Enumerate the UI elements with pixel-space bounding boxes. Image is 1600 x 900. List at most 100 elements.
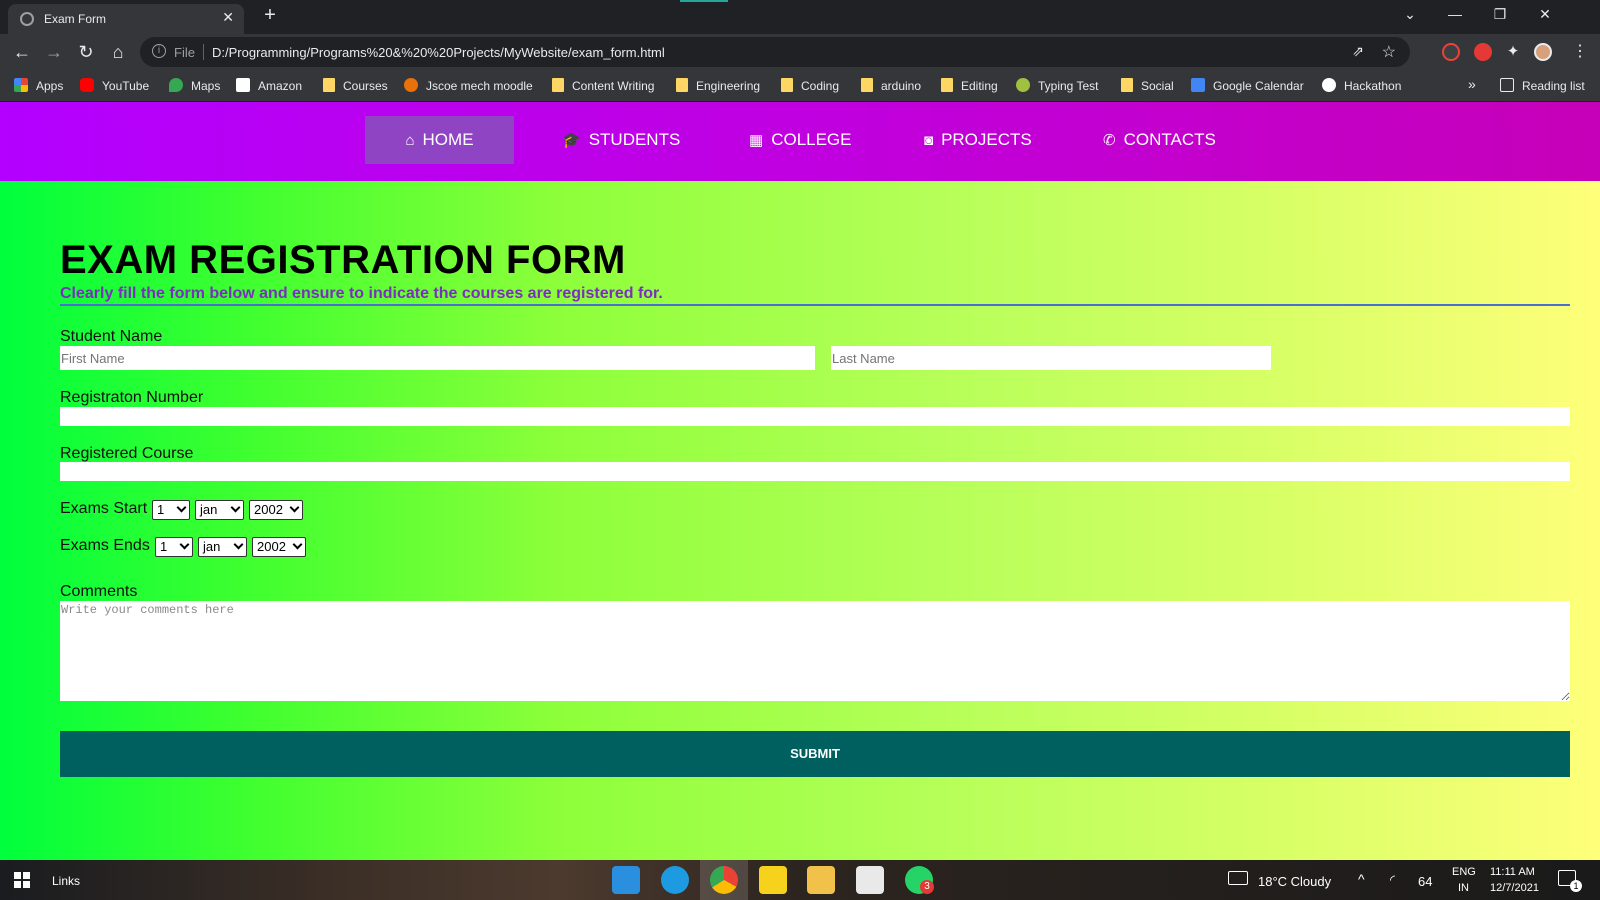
folder-icon (676, 78, 688, 92)
nav-contacts[interactable]: ✆ CONTACTS (1103, 116, 1216, 164)
url-text[interactable]: D:/Programming/Programs%20&%20%20Project… (212, 45, 665, 60)
page-content: ⌂ HOME 🎓 STUDENTS ▦ COLLEGE ◙ PROJECTS ✆ CONT… (0, 102, 1600, 860)
bookmark-social[interactable]: Social (1121, 78, 1174, 96)
exams-start-day-select[interactable]: 1 (152, 500, 190, 520)
exams-start-label: Exams Start (60, 500, 148, 517)
profile-avatar[interactable] (1534, 43, 1552, 61)
apps-grid-icon (14, 78, 28, 92)
bookmark-arduino[interactable]: arduino (861, 78, 921, 96)
phone-icon: ✆ (1103, 132, 1116, 149)
form-title: EXAM REGISTRATION FORM (60, 238, 626, 282)
comments-textarea[interactable] (60, 601, 1570, 701)
chrome-icon[interactable] (710, 866, 738, 894)
bookmark-amazon[interactable]: Amazon (236, 78, 302, 96)
registered-course-field[interactable] (60, 462, 1570, 481)
info-icon[interactable]: i (152, 44, 166, 58)
language-bottom[interactable]: IN (1458, 882, 1469, 894)
reading-list-button[interactable]: Reading list (1500, 78, 1585, 96)
windows-start-icon[interactable] (14, 872, 30, 888)
exams-end-year-select[interactable]: 2002 (252, 537, 306, 557)
folder-icon (941, 78, 953, 92)
language-top[interactable]: ENG (1452, 866, 1476, 878)
battery-percent[interactable]: 64 (1418, 874, 1432, 889)
news-widget-icon[interactable] (1228, 871, 1248, 885)
student-name-label: Student Name (60, 328, 163, 345)
menu-kebab-icon[interactable]: ⋮ (1568, 40, 1592, 64)
clock-time[interactable]: 11:11 AM (1490, 866, 1535, 878)
nav-projects[interactable]: ◙ PROJECTS (924, 116, 1032, 164)
share-icon[interactable]: ⇗ (1352, 43, 1364, 60)
bookmark-content-writing[interactable]: Content Writing (552, 78, 654, 96)
extension-glasses-icon[interactable] (1442, 43, 1460, 61)
moodle-icon (404, 78, 418, 92)
window-close-button[interactable]: ✕ (1533, 6, 1557, 23)
last-name-field[interactable] (831, 346, 1271, 370)
bookmark-hackathon[interactable]: Hackathon (1322, 78, 1401, 96)
bookmark-courses[interactable]: Courses (323, 78, 388, 96)
restore-button[interactable]: ❐ (1488, 6, 1512, 23)
bookmarks-overflow-button[interactable]: » (1468, 76, 1476, 94)
chevron-up-icon[interactable]: ^ (1358, 871, 1365, 887)
bookmark-youtube[interactable]: YouTube (80, 78, 149, 96)
notification-count: 1 (1570, 880, 1582, 892)
links-toolbar[interactable]: Links (52, 874, 80, 888)
bookmark-engineering[interactable]: Engineering (676, 78, 760, 96)
extension-hand-icon[interactable] (1474, 43, 1492, 61)
exams-end-label: Exams Ends (60, 537, 150, 554)
exams-start-year-select[interactable]: 2002 (249, 500, 303, 520)
bookmark-coding[interactable]: Coding (781, 78, 839, 96)
maps-pin-icon (169, 78, 183, 92)
registration-number-field[interactable] (60, 407, 1570, 426)
bookmark-google-calendar[interactable]: Google Calendar (1191, 78, 1304, 96)
browser-tab[interactable]: Exam Form ✕ (8, 4, 244, 34)
store-icon[interactable] (856, 866, 884, 894)
new-tab-button[interactable]: + (258, 4, 282, 27)
nav-college[interactable]: ▦ COLLEGE (749, 116, 852, 164)
tab-close-button[interactable]: ✕ (222, 9, 234, 26)
exams-start-month-select[interactable]: jan (195, 500, 244, 520)
back-icon[interactable]: ← (10, 40, 34, 64)
folder-icon (861, 78, 873, 92)
wifi-icon[interactable]: ◜ (1390, 872, 1395, 888)
weather-label[interactable]: 18°C Cloudy (1258, 874, 1331, 889)
graduation-cap-icon: 🎓 (562, 132, 581, 149)
clock-date[interactable]: 12/7/2021 (1490, 882, 1539, 894)
exams-end-month-select[interactable]: jan (198, 537, 247, 557)
chevron-down-icon (230, 502, 241, 513)
chevron-down-icon (233, 539, 244, 550)
reload-icon[interactable]: ↻ (74, 40, 98, 64)
youtube-icon (80, 78, 94, 92)
submit-button[interactable]: SUBMIT (60, 731, 1570, 777)
bookmark-editing[interactable]: Editing (941, 78, 998, 96)
site-navbar: ⌂ HOME 🎓 STUDENTS ▦ COLLEGE ◙ PROJECTS ✆ CONT… (0, 102, 1600, 181)
first-name-field[interactable] (60, 346, 815, 370)
tab-search-button[interactable]: ⌄ (1398, 6, 1422, 23)
address-bar[interactable]: i File D:/Programming/Programs%20&%20%20… (140, 37, 1410, 67)
windows-taskbar: Links 3 18°C Cloudy ^ ◜ 64 ENG IN 11:11 … (0, 860, 1600, 900)
chevron-down-icon (179, 539, 190, 550)
exams-end-day-select[interactable]: 1 (155, 537, 193, 557)
bookmark-apps[interactable]: Apps (14, 78, 63, 96)
form-subtitle: Clearly fill the form below and ensure t… (60, 285, 663, 302)
tab-accent-bar (680, 0, 728, 2)
tab-title: Exam Form (44, 12, 107, 26)
home-button-icon[interactable]: ⌂ (106, 40, 130, 64)
folder-icon (552, 78, 564, 92)
sticky-notes-icon[interactable] (759, 866, 787, 894)
nav-home[interactable]: ⌂ HOME (365, 116, 514, 164)
bookmark-jscoe-moodle[interactable]: Jscoe mech moodle (404, 78, 533, 96)
extensions-puzzle-icon[interactable]: ✦ (1504, 43, 1522, 61)
file-explorer-icon[interactable] (807, 866, 835, 894)
home-icon: ⌂ (405, 132, 415, 149)
edge-icon[interactable] (661, 866, 689, 894)
bookmark-typing-test[interactable]: Typing Test (1016, 78, 1098, 96)
minimize-button[interactable]: — (1443, 6, 1467, 22)
typing-test-icon (1016, 78, 1030, 92)
nav-students[interactable]: 🎓 STUDENTS (562, 116, 680, 164)
bookmark-star-icon[interactable]: ☆ (1382, 42, 1396, 62)
bookmark-maps[interactable]: Maps (169, 78, 220, 96)
title-divider (60, 304, 1570, 306)
mail-icon[interactable] (612, 866, 640, 894)
chevron-down-icon (289, 502, 300, 513)
forward-icon[interactable]: → (42, 40, 66, 64)
